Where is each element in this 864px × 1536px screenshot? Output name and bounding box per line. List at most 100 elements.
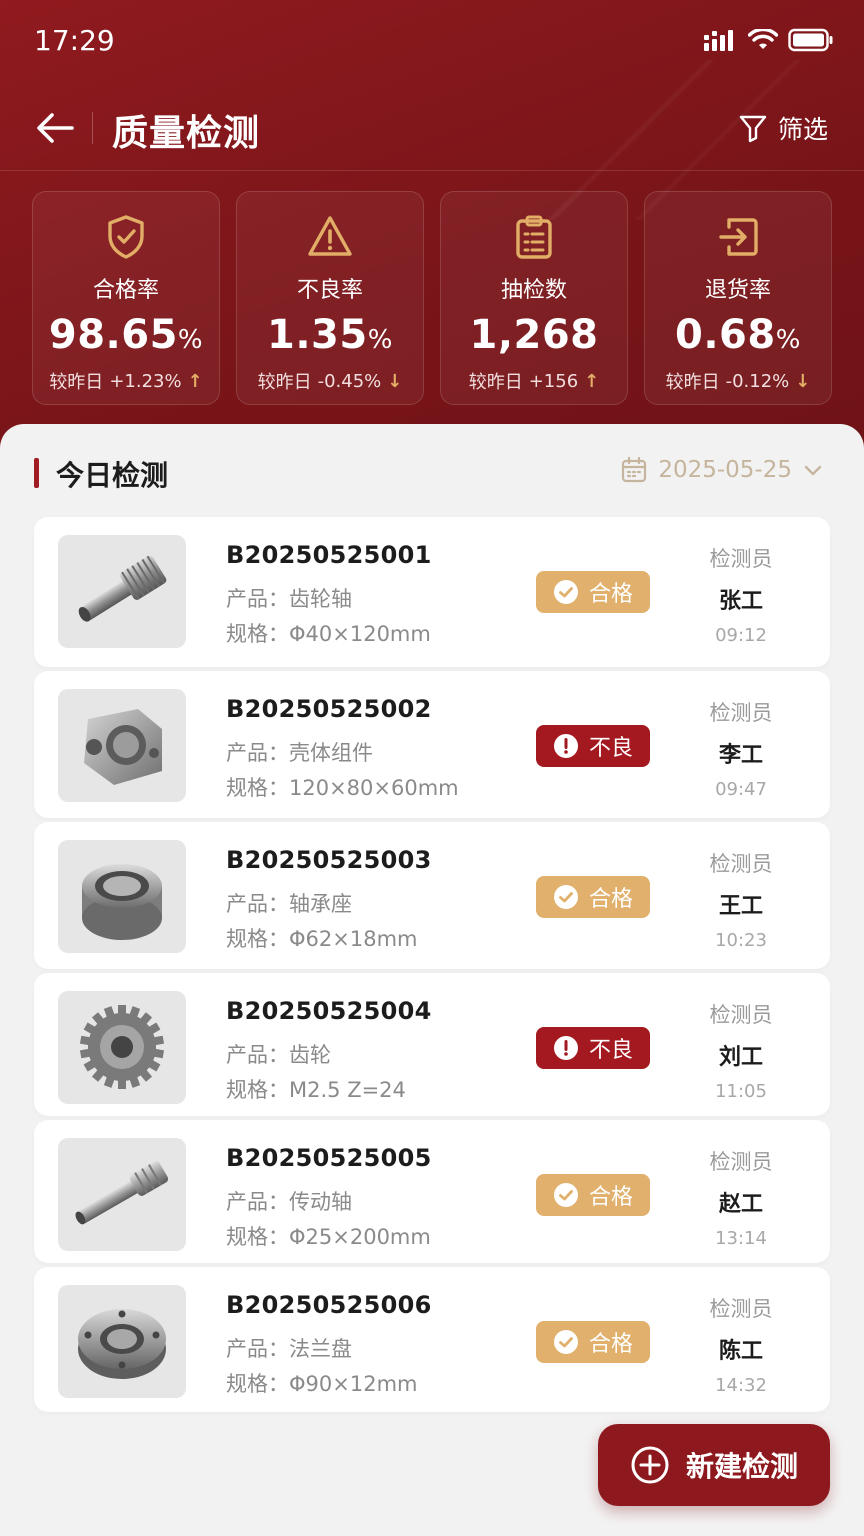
inspector-label: 检测员 <box>709 852 773 876</box>
inspection-time: 11:05 <box>715 1081 767 1102</box>
new-inspection-button[interactable]: 新建检测 <box>598 1424 830 1506</box>
inspector-name: 李工 <box>718 743 763 768</box>
inspector-name: 陈工 <box>718 1339 763 1364</box>
stat-label: 不良率 <box>296 278 363 303</box>
product-image-shaft <box>58 1138 186 1251</box>
product-image-gear <box>58 991 186 1104</box>
inspection-time: 13:14 <box>715 1228 767 1249</box>
batch-number: B20250525003 <box>226 846 432 874</box>
clipboard-list-icon <box>516 215 552 259</box>
batch-number: B20250525002 <box>226 695 432 723</box>
stat-label: 退货率 <box>704 278 771 303</box>
spec-line: 规格：Φ90×12mm <box>226 1372 418 1396</box>
inspection-time: 10:23 <box>715 930 767 951</box>
wifi-icon <box>748 29 778 49</box>
stat-value: 1,268 <box>469 312 599 358</box>
inspector-label: 检测员 <box>709 1003 773 1027</box>
inspector-info: 检测员 李工 09:47 <box>684 697 798 800</box>
stat-label: 抽检数 <box>500 278 567 303</box>
inspector-label: 检测员 <box>709 1150 773 1174</box>
calendar-icon <box>622 456 647 483</box>
batch-number: B20250525004 <box>226 997 432 1025</box>
inspector-label: 检测员 <box>709 701 773 725</box>
status-badge-pass: 合格 <box>536 1321 650 1363</box>
stat-value: 98.65% <box>48 312 204 358</box>
product-image-housing <box>58 689 186 802</box>
product-line: 产品：轴承座 <box>226 892 352 916</box>
status-badge-fail: 不良 <box>536 1027 650 1069</box>
back-button[interactable] <box>34 106 78 150</box>
stat-card-sample-count[interactable]: 抽检数 1,268 较昨日 +156 ↑ <box>440 191 628 405</box>
inspection-card[interactable]: B20250525002 产品：壳体组件 规格：120×80×60mm 不良 检… <box>34 671 830 818</box>
stat-delta: 较昨日 +156 ↑ <box>468 370 600 394</box>
batch-number: B20250525005 <box>226 1144 432 1172</box>
warning-triangle-icon <box>308 216 352 256</box>
inspector-label: 检测员 <box>709 1297 773 1321</box>
product-image-gear-shaft <box>58 535 186 648</box>
arrow-up-icon: ↑ <box>584 370 600 392</box>
plus-circle-icon <box>631 1446 669 1484</box>
status-icons <box>704 28 834 52</box>
batch-number: B20250525006 <box>226 1291 432 1319</box>
product-line: 产品：传动轴 <box>226 1190 352 1214</box>
inspector-label: 检测员 <box>709 547 773 571</box>
inspector-info: 检测员 王工 10:23 <box>684 848 798 951</box>
stat-card-pass-rate[interactable]: 合格率 98.65% 较昨日 +1.23% ↑ <box>32 191 220 405</box>
batch-number: B20250525001 <box>226 541 432 569</box>
status-time: 17:29 <box>34 24 115 57</box>
inspection-card[interactable]: B20250525005 产品：传动轴 规格：Φ25×200mm 合格 检测员 … <box>34 1120 830 1263</box>
date-selector[interactable]: 2025-05-25 <box>620 456 824 484</box>
status-bar: 17:29 <box>0 0 864 80</box>
page-title: 质量检测 <box>112 113 261 154</box>
inspector-info: 检测员 张工 09:12 <box>684 543 798 646</box>
arrow-down-icon: ↓ <box>795 370 811 392</box>
arrow-up-icon: ↑ <box>187 370 203 392</box>
status-badge-pass: 合格 <box>536 571 650 613</box>
status-badge-fail: 不良 <box>536 725 650 767</box>
inspector-info: 检测员 赵工 13:14 <box>684 1146 798 1249</box>
inspection-card[interactable]: B20250525001 产品：齿轮轴 规格：Φ40×120mm 合格 检测员 … <box>34 517 830 667</box>
stat-value: 0.68% <box>675 312 801 358</box>
nav-divider <box>92 112 93 144</box>
inspection-time: 09:47 <box>715 779 767 800</box>
spec-line: 规格：120×80×60mm <box>226 776 459 800</box>
filter-label: 筛选 <box>777 115 828 144</box>
inspection-list: B20250525001 产品：齿轮轴 规格：Φ40×120mm 合格 检测员 … <box>34 517 830 1412</box>
spec-line: 规格：Φ40×120mm <box>226 622 431 646</box>
filter-button[interactable]: 筛选 <box>738 110 828 146</box>
inspector-info: 检测员 陈工 14:32 <box>684 1293 798 1396</box>
section-accent-bar <box>34 458 39 488</box>
stat-label: 合格率 <box>92 278 159 303</box>
inspector-name: 赵工 <box>718 1192 763 1217</box>
stat-delta: 较昨日 -0.45% ↓ <box>257 370 403 394</box>
signal-icon <box>704 30 733 51</box>
filter-icon <box>739 115 767 143</box>
check-circle-icon <box>553 885 578 909</box>
inspection-card[interactable]: B20250525003 产品：轴承座 规格：Φ62×18mm 合格 检测员 王… <box>34 822 830 969</box>
product-line: 产品：壳体组件 <box>226 741 373 765</box>
alert-circle-icon <box>553 1036 578 1060</box>
nav-divider-line <box>0 170 864 171</box>
inspector-info: 检测员 刘工 11:05 <box>684 999 798 1102</box>
main-panel: 今日检测 2025-05-25 B20250525001 产品：齿轮轴 规格：Φ… <box>0 424 864 1536</box>
date-value: 2025-05-25 <box>658 457 792 483</box>
check-circle-icon <box>553 1330 578 1354</box>
section-header: 今日检测 2025-05-25 <box>34 454 834 494</box>
inspector-name: 张工 <box>718 589 763 614</box>
spec-line: 规格：M2.5 Z=24 <box>226 1078 406 1102</box>
new-inspection-label: 新建检测 <box>685 1450 798 1483</box>
stat-card-return-rate[interactable]: 退货率 0.68% 较昨日 -0.12% ↓ <box>644 191 832 405</box>
check-circle-icon <box>553 1183 578 1207</box>
inspection-card[interactable]: B20250525004 产品：齿轮 规格：M2.5 Z=24 不良 检测员 刘… <box>34 973 830 1116</box>
inspection-card[interactable]: B20250525006 产品：法兰盘 规格：Φ90×12mm 合格 检测员 陈… <box>34 1267 830 1412</box>
inspector-name: 刘工 <box>718 1045 763 1070</box>
stat-card-defect-rate[interactable]: 不良率 1.35% 较昨日 -0.45% ↓ <box>236 191 424 405</box>
stats-row: 合格率 98.65% 较昨日 +1.23% ↑ 不良率 1.35% 较昨日 -0.45… <box>32 191 832 405</box>
check-circle-icon <box>553 580 578 604</box>
arrow-left-icon <box>37 113 74 143</box>
product-line: 产品：法兰盘 <box>226 1337 352 1361</box>
status-badge-pass: 合格 <box>536 1174 650 1216</box>
chevron-down-icon <box>804 465 822 476</box>
stat-value: 1.35% <box>267 312 393 358</box>
product-line: 产品：齿轮 <box>226 1043 331 1067</box>
